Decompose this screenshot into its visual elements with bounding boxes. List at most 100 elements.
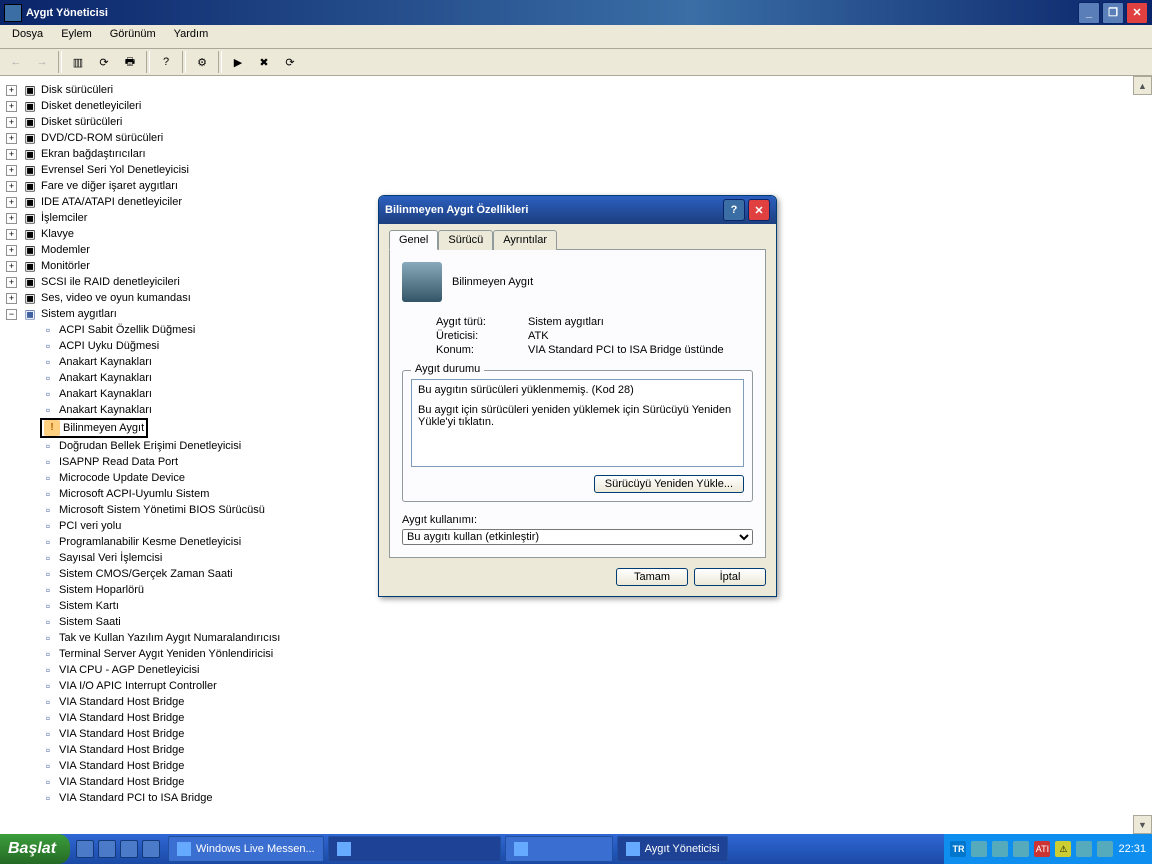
tree-subitem[interactable]: ▫Sistem Kartı [40, 598, 1146, 614]
tree-item[interactable]: + ▣Fare ve diğer işaret aygıtları [6, 178, 1146, 194]
dialog-close-button[interactable]: ✕ [748, 199, 770, 221]
tree-subitem[interactable]: ▫VIA Standard Host Bridge [40, 710, 1146, 726]
tab-details[interactable]: Ayrıntılar [493, 230, 557, 250]
expand-icon[interactable]: + [6, 133, 17, 144]
tray-icon-ati[interactable]: ATI [1034, 841, 1050, 857]
tree-item[interactable]: +▣Disk sürücüleri [6, 82, 1146, 98]
tree-subitem[interactable]: ▫Sistem Saati [40, 614, 1146, 630]
expand-icon[interactable]: + [6, 277, 17, 288]
device-icon: ▫ [40, 694, 56, 710]
scroll-down-button[interactable]: ▼ [1133, 815, 1152, 834]
uninstall-icon[interactable]: ✖ [252, 50, 276, 74]
tree-subitem[interactable]: ▫VIA Standard Host Bridge [40, 726, 1146, 742]
tree-label: Disket denetleyicileri [41, 98, 141, 114]
device-name: Bilinmeyen Aygıt [452, 276, 533, 288]
ql-mail-icon[interactable] [98, 840, 116, 858]
tray-icon-net[interactable] [1076, 841, 1092, 857]
refresh-icon[interactable]: ⟳ [92, 50, 116, 74]
menu-action[interactable]: Eylem [53, 26, 100, 47]
menu-view[interactable]: Görünüm [102, 26, 164, 47]
tree-subitem[interactable]: ▫Terminal Server Aygıt Yeniden Yönlendir… [40, 646, 1146, 662]
tree-item[interactable]: +▣Evrensel Seri Yol Denetleyicisi [6, 162, 1146, 178]
expand-icon[interactable]: + [6, 85, 17, 96]
status-textbox[interactable]: Bu aygıtın sürücüleri yüklenmemiş. (Kod … [411, 379, 744, 467]
tree-item[interactable]: +▣DVD/CD-ROM sürücüleri [6, 130, 1146, 146]
close-button[interactable]: ✕ [1126, 2, 1148, 24]
tray-icon-2[interactable] [992, 841, 1008, 857]
tree-label: Sistem CMOS/Gerçek Zaman Saati [59, 566, 233, 582]
collapse-icon[interactable]: − [6, 309, 17, 320]
taskbar-item-2[interactable] [328, 836, 501, 862]
tray-icon-vol[interactable] [1097, 841, 1113, 857]
back-button[interactable]: ← [4, 50, 28, 74]
expand-icon[interactable]: + [6, 261, 17, 272]
expand-icon[interactable]: + [6, 117, 17, 128]
tree-label: VIA Standard Host Bridge [59, 726, 184, 742]
taskbar-item-messenger[interactable]: Windows Live Messen... [168, 836, 324, 862]
tray-icon-1[interactable] [971, 841, 987, 857]
menu-file[interactable]: Dosya [4, 26, 51, 47]
tree-subitem[interactable]: ▫Tak ve Kullan Yazılım Aygıt Numaralandı… [40, 630, 1146, 646]
properties-icon[interactable]: ▥ [66, 50, 90, 74]
tree-item[interactable]: +▣Disket denetleyicileri [6, 98, 1146, 114]
tree-item[interactable]: +▣Disket sürücüleri [6, 114, 1146, 130]
dialog-help-button[interactable]: ? [723, 199, 745, 221]
tree-item[interactable]: +▣Ekran bağdaştırıcıları [6, 146, 1146, 162]
tree-subitem[interactable]: ▫VIA Standard Host Bridge [40, 742, 1146, 758]
enable-icon[interactable]: ▶ [226, 50, 250, 74]
help-icon[interactable]: ? [154, 50, 178, 74]
ok-button[interactable]: Tamam [616, 568, 688, 586]
tree-label: Evrensel Seri Yol Denetleyicisi [41, 162, 189, 178]
update-icon[interactable]: ⟳ [278, 50, 302, 74]
reinstall-driver-button[interactable]: Sürücüyü Yeniden Yükle... [594, 475, 744, 493]
dialog-titlebar[interactable]: Bilinmeyen Aygıt Özellikleri ? ✕ [379, 196, 776, 224]
minimize-button[interactable]: _ [1078, 2, 1100, 24]
tree-label: Disket sürücüleri [41, 114, 122, 130]
category-icon: ▣ [22, 178, 38, 194]
taskbar-item-devmgr[interactable]: Aygıt Yöneticisi [617, 836, 729, 862]
tree-label: Fare ve diğer işaret aygıtları [41, 178, 178, 194]
ql-desktop-icon[interactable] [142, 840, 160, 858]
tree-label: SCSI ile RAID denetleyicileri [41, 274, 180, 290]
expand-icon[interactable]: + [6, 213, 17, 224]
restore-button[interactable]: ❐ [1102, 2, 1124, 24]
tree-label: VIA Standard Host Bridge [59, 758, 184, 774]
taskbar-item-3[interactable] [505, 836, 613, 862]
expand-icon[interactable]: + [6, 197, 17, 208]
tree-subitem[interactable]: ▫VIA CPU - AGP Denetleyicisi [40, 662, 1146, 678]
ql-media-icon[interactable] [120, 840, 138, 858]
tree-subitem[interactable]: ▫VIA Standard Host Bridge [40, 774, 1146, 790]
category-icon: ▣ [22, 274, 38, 290]
expand-icon[interactable]: + [6, 293, 17, 304]
forward-button[interactable]: → [30, 50, 54, 74]
tree-subitem[interactable]: ▫VIA Standard PCI to ISA Bridge [40, 790, 1146, 806]
expand-icon[interactable]: + [6, 245, 17, 256]
label-loc: Konum: [436, 344, 528, 356]
start-button[interactable]: Başlat [0, 834, 70, 864]
tab-general[interactable]: Genel [389, 230, 438, 250]
device-icon: ▫ [40, 726, 56, 742]
taskbar-clock[interactable]: 22:31 [1118, 843, 1146, 855]
cancel-button[interactable]: İptal [694, 568, 766, 586]
ql-ie-icon[interactable] [76, 840, 94, 858]
tree-subitem[interactable]: ▫VIA Standard Host Bridge [40, 758, 1146, 774]
language-indicator[interactable]: TR [950, 841, 966, 857]
expand-icon[interactable]: + [6, 181, 17, 192]
tree-subitem[interactable]: ▫VIA I/O APIC Interrupt Controller [40, 678, 1146, 694]
scroll-up-button[interactable]: ▲ [1133, 76, 1152, 95]
tree-subitem[interactable]: ▫VIA Standard Host Bridge [40, 694, 1146, 710]
usage-select[interactable]: Bu aygıtı kullan (etkinleştir) [402, 529, 753, 545]
scan-icon[interactable]: ⚙ [190, 50, 214, 74]
tray-icon-3[interactable] [1013, 841, 1029, 857]
expand-icon[interactable]: + [6, 165, 17, 176]
expand-icon[interactable]: + [6, 229, 17, 240]
device-icon: ▫ [40, 322, 56, 338]
expand-icon[interactable]: + [6, 149, 17, 160]
expand-icon[interactable]: + [6, 101, 17, 112]
devmgr-icon [626, 842, 640, 856]
tab-driver[interactable]: Sürücü [438, 230, 493, 250]
tree-label: Anakart Kaynakları [59, 354, 152, 370]
print-icon[interactable]: 🖶 [118, 50, 142, 74]
tray-icon-warn[interactable]: ⚠ [1055, 841, 1071, 857]
menu-help[interactable]: Yardım [166, 26, 217, 47]
